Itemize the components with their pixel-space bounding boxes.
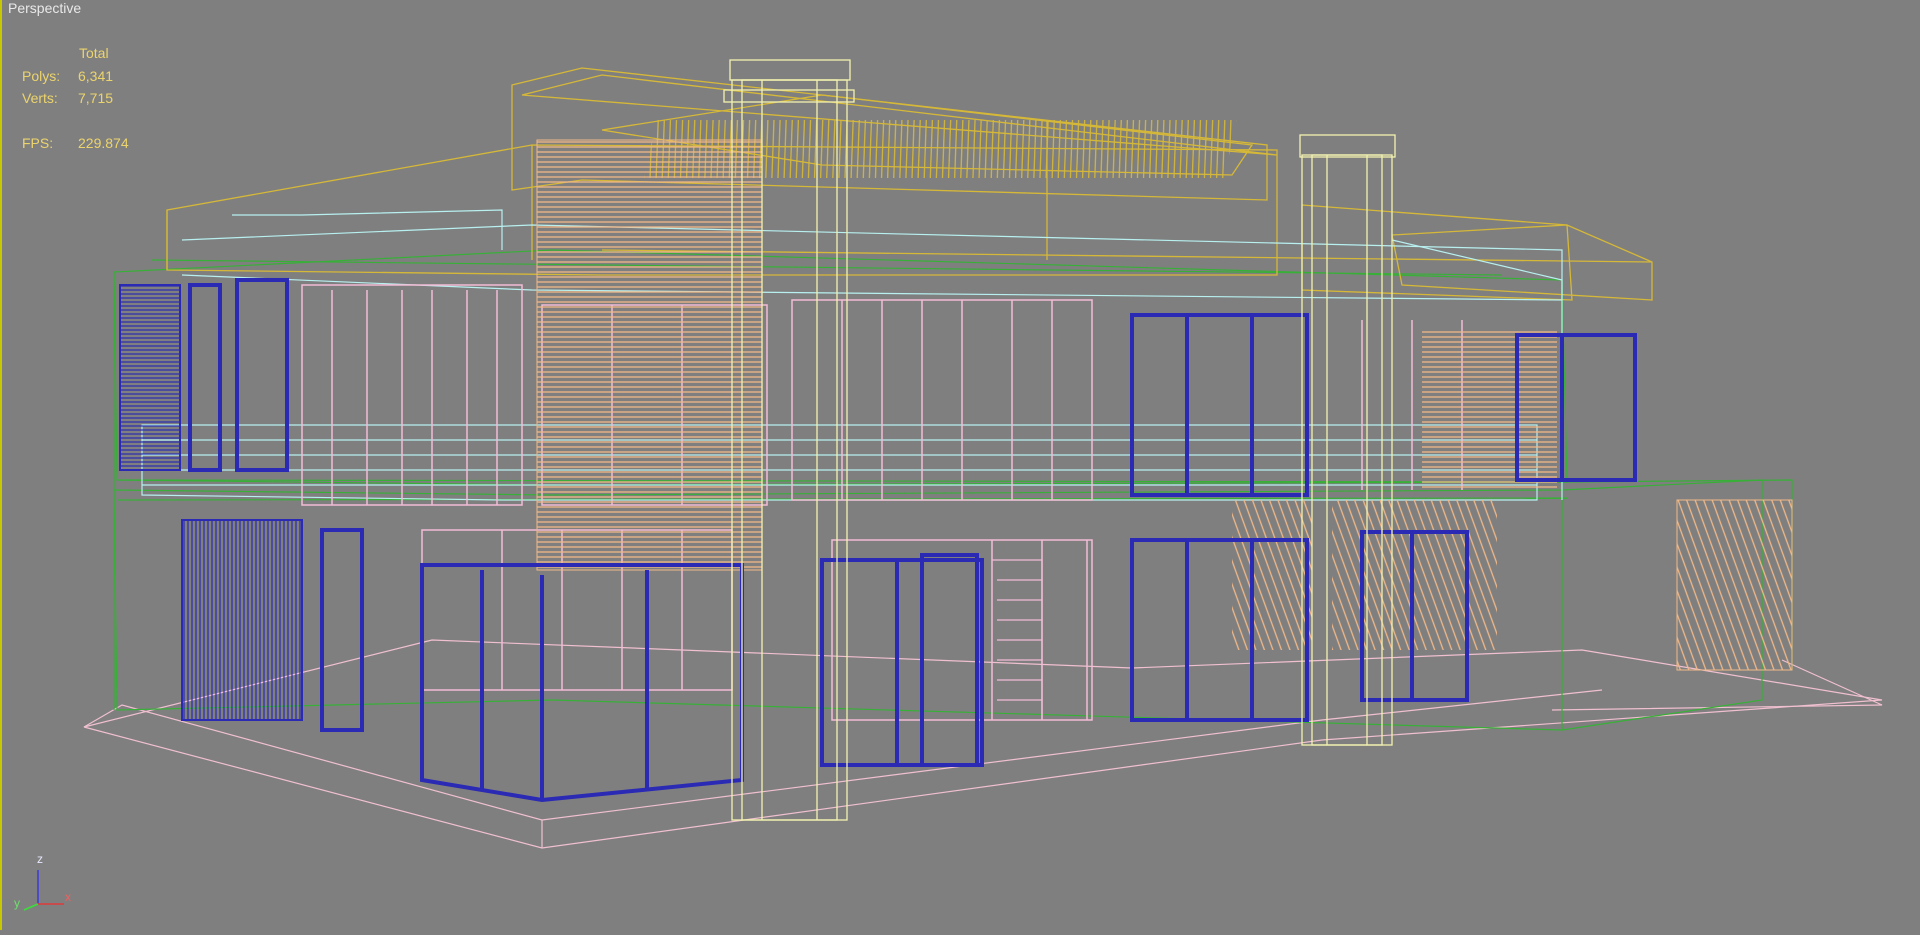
axis-z-label: z (37, 852, 43, 866)
louver-panel-right-lower-b (1332, 500, 1497, 650)
axis-y-label: y (14, 896, 20, 910)
fps-value: 229.874 (78, 135, 129, 151)
axis-x-label: x (65, 890, 71, 904)
louver-panel-right-upper (1422, 330, 1557, 490)
louver-panel-far-right (1676, 499, 1793, 671)
stats-header: Total (79, 45, 109, 61)
verts-value: 7,715 (78, 90, 114, 106)
wireframe-scene[interactable] (2, 0, 1920, 930)
verts-label: Verts: (22, 90, 58, 106)
polys-label: Polys: (22, 67, 61, 84)
fps-label: FPS: (22, 135, 54, 151)
stair (992, 559, 1043, 720)
perspective-viewport[interactable]: Perspective Total Polys: 6,341 Verts: 7,71… (0, 0, 1920, 930)
polys-value: 6,341 (78, 67, 114, 84)
louver-panel-right-lower-a (1232, 500, 1312, 650)
axis-gizmo: z y x (2, 840, 92, 930)
roof-outlines (166, 67, 1653, 301)
viewport-label[interactable]: Perspective (8, 0, 81, 16)
axis-gizmo-lines (23, 870, 64, 911)
louver-panel-upper (536, 139, 763, 571)
